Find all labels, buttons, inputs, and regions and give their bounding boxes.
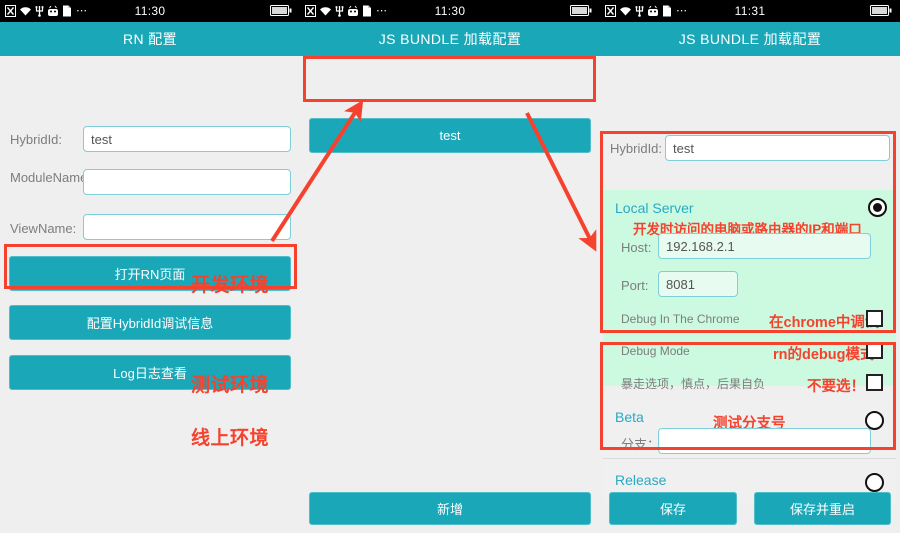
- panel-js-bundle-list: ⋯ 11:30 JS BUNDLE 加载配置 test 新增: [300, 0, 600, 533]
- debug-in-chrome-checkbox[interactable]: [866, 310, 883, 327]
- beta-title: Beta: [615, 409, 644, 425]
- title-bar-left: RN 配置: [0, 22, 300, 56]
- panel-rn-config: ⋯ 11:30 RN 配置 HybridId: test ModuleName：…: [0, 0, 300, 533]
- wild-option-checkbox[interactable]: [866, 374, 883, 391]
- debug-in-chrome-label: Debug In The Chrome: [621, 312, 740, 326]
- battery-icon: [570, 5, 592, 16]
- beta-section[interactable]: Beta 测试分支号 分支：: [603, 401, 896, 459]
- wild-option-annotation: 不要选！: [807, 379, 865, 395]
- debug-in-chrome-annotation: 在chrome中调试: [769, 315, 880, 331]
- page-title-right: JS BUNDLE 加载配置: [678, 31, 822, 47]
- viewname-label: ViewName:: [10, 221, 77, 236]
- hybridid-label-right: HybridId:: [610, 141, 663, 156]
- status-bar-mid: ⋯ 11:30: [300, 0, 600, 22]
- branch-input[interactable]: [658, 428, 871, 454]
- battery-icon: [870, 5, 892, 16]
- page-title-mid: JS BUNDLE 加载配置: [378, 31, 522, 47]
- wild-option-label: 暴走选项，慎点，后果自负: [621, 376, 766, 391]
- status-bar-left: ⋯ 11:30: [0, 0, 300, 22]
- status-bar-clock: 11:30: [134, 4, 166, 18]
- local-server-title: Local Server: [615, 200, 694, 216]
- status-bar-right: ⋯ 11:31: [600, 0, 900, 22]
- hybridid-input[interactable]: test: [83, 126, 291, 152]
- right-panel-body: HybridId: test Local Server 开发时访问的电脑或路由器…: [600, 56, 900, 533]
- hybridid-input-right[interactable]: test: [665, 135, 890, 161]
- config-hybridid-button[interactable]: 配置HybridId调试信息: [9, 305, 291, 340]
- screenshot-root: ⋯ 11:30 RN 配置 HybridId: test ModuleName：…: [0, 0, 900, 533]
- save-restart-button[interactable]: 保存并重启: [754, 492, 891, 525]
- local-server-radio[interactable]: [868, 198, 887, 217]
- release-title: Release: [615, 472, 667, 488]
- debug-in-chrome-row[interactable]: Debug In The Chrome 在chrome中调试: [621, 308, 883, 331]
- debug-mode-annotation: rn的debug模式: [773, 347, 875, 363]
- mid-panel-body: test 新增: [300, 56, 600, 533]
- save-button[interactable]: 保存: [609, 492, 737, 525]
- branch-label: 分支：: [621, 437, 661, 452]
- annotation-release-env: 线上环境: [191, 428, 270, 449]
- page-title-left: RN 配置: [122, 31, 178, 47]
- title-bar-mid: JS BUNDLE 加载配置: [300, 22, 600, 56]
- wild-option-row[interactable]: 暴走选项，慎点，后果自负 不要选！: [621, 372, 883, 395]
- host-input[interactable]: 192.168.2.1: [658, 233, 871, 259]
- status-bar-clock: 11:31: [734, 4, 766, 18]
- annotation-test-env: 测试环境: [191, 375, 270, 396]
- modulename-input[interactable]: [83, 169, 291, 195]
- debug-mode-checkbox[interactable]: [866, 342, 883, 359]
- port-label: Port:: [621, 278, 649, 293]
- modulename-label: ModuleName：: [10, 170, 101, 185]
- debug-mode-label: Debug Mode: [621, 344, 690, 358]
- debug-mode-row[interactable]: Debug Mode rn的debug模式: [621, 340, 883, 363]
- status-bar-clock: 11:30: [434, 4, 466, 18]
- hybridid-label: HybridId:: [10, 132, 63, 147]
- annotation-dev-env: 开发环境: [191, 275, 270, 296]
- local-server-section[interactable]: Local Server 开发时访问的电脑或路由器的IP和端口 Host: 19…: [603, 190, 896, 395]
- release-radio[interactable]: [865, 473, 884, 492]
- bundle-item-test-button[interactable]: test: [309, 118, 591, 153]
- viewname-input[interactable]: [83, 214, 291, 240]
- title-bar-right: JS BUNDLE 加载配置: [600, 22, 900, 56]
- host-label: Host:: [621, 240, 652, 255]
- add-button[interactable]: 新增: [309, 492, 591, 525]
- port-input[interactable]: 8081: [658, 271, 738, 297]
- battery-icon: [270, 5, 292, 16]
- panel-js-bundle-detail: ⋯ 11:31 JS BUNDLE 加载配置 HybridId: test Lo…: [600, 0, 900, 533]
